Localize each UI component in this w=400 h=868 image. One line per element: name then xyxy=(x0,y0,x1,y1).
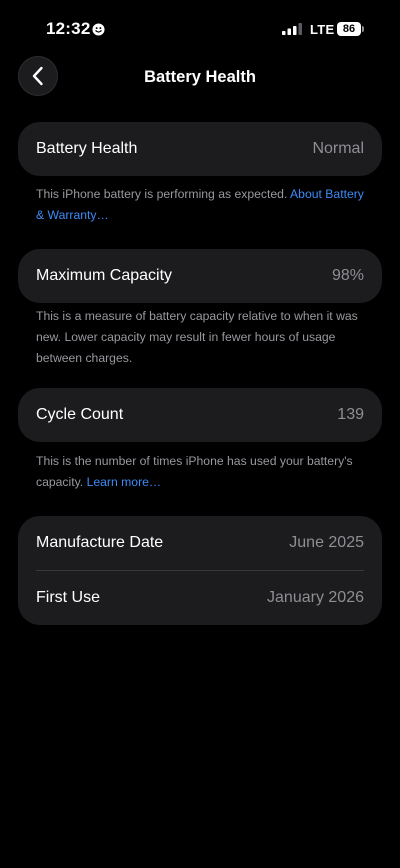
battery-health-note-text: This iPhone battery is performing as exp… xyxy=(36,187,288,201)
battery-level-badge: 86 xyxy=(337,22,361,36)
page-title: Battery Health xyxy=(144,68,256,86)
maximum-capacity-note-text: This is a measure of battery capacity re… xyxy=(36,309,358,365)
battery-health-note: This iPhone battery is performing as exp… xyxy=(36,184,366,226)
status-time: 12:32 xyxy=(46,19,91,38)
cycle-count-note: This is the number of times iPhone has u… xyxy=(36,451,366,493)
status-bar: 12:32 LTE 86 xyxy=(0,0,400,56)
battery-health-card: Battery Health Normal xyxy=(18,122,382,176)
maximum-capacity-value: 98% xyxy=(331,267,364,284)
first-use-label: First Use xyxy=(36,589,100,606)
first-use-row: First Use January 2026 xyxy=(18,571,382,625)
battery-icon xyxy=(362,26,364,32)
battery-health-label: Battery Health xyxy=(36,140,138,157)
learn-more-link[interactable]: Learn more… xyxy=(87,475,162,489)
battery-health-screen: 12:32 LTE 86 Battery Health Battery Heal… xyxy=(0,0,400,868)
cycle-count-card: Cycle Count 139 xyxy=(18,388,382,442)
maximum-capacity-note: This is a measure of battery capacity re… xyxy=(36,306,366,369)
dates-card: Manufacture Date June 2025 First Use Jan… xyxy=(18,516,382,625)
signal-strength-icon xyxy=(282,23,302,35)
cycle-count-label: Cycle Count xyxy=(36,406,124,423)
maximum-capacity-label: Maximum Capacity xyxy=(36,267,173,284)
manufacture-date-label: Manufacture Date xyxy=(36,534,164,551)
focus-mode-icon xyxy=(92,23,105,36)
first-use-value: January 2026 xyxy=(267,589,364,606)
battery-health-row: Battery Health Normal xyxy=(18,122,382,176)
cycle-count-note-text: This is the number of times iPhone has u… xyxy=(36,454,353,489)
manufacture-date-row: Manufacture Date June 2025 xyxy=(18,516,382,570)
network-type: LTE xyxy=(310,22,335,37)
battery-health-value: Normal xyxy=(312,140,364,157)
cycle-count-value: 139 xyxy=(337,406,364,423)
maximum-capacity-row: Maximum Capacity 98% xyxy=(18,249,382,303)
manufacture-date-value: June 2025 xyxy=(289,534,364,551)
cycle-count-row: Cycle Count 139 xyxy=(18,388,382,442)
maximum-capacity-card: Maximum Capacity 98% xyxy=(18,249,382,303)
